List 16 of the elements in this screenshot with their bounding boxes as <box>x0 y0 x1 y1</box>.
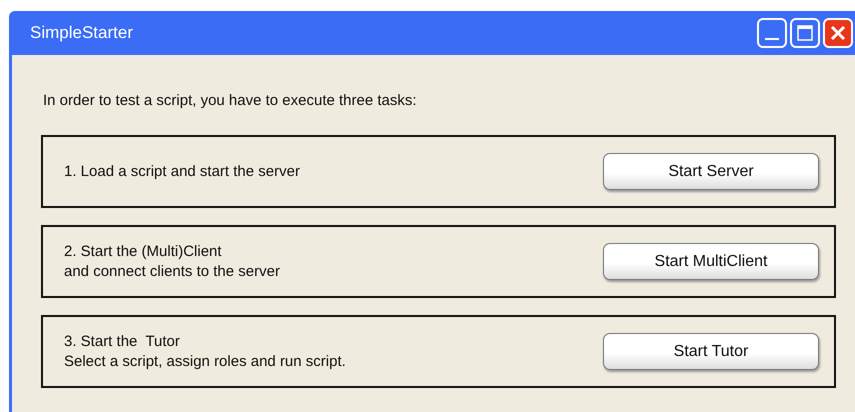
minimize-icon <box>765 38 779 40</box>
task-description: 2. Start the (Multi)Client <box>64 242 223 262</box>
instruction-text: In order to test a script, you have to execute three tasks: <box>43 92 418 109</box>
task-description: 3. Start the Tutor <box>64 332 181 352</box>
start-button[interactable]: Start Server <box>603 153 819 190</box>
start-button[interactable]: Start Tutor <box>603 333 819 370</box>
task-description: 1. Load a script and start the server <box>64 162 300 182</box>
task-description: and connect clients to the server <box>64 262 280 282</box>
window-title: SimpleStarter <box>30 23 133 43</box>
maximize-button[interactable] <box>790 18 820 48</box>
start-button[interactable]: Start MultiClient <box>603 243 819 280</box>
task-description: Select a script, assign roles and run script. <box>64 352 346 372</box>
minimize-button[interactable] <box>757 18 787 48</box>
close-icon <box>828 23 848 43</box>
close-button[interactable] <box>823 18 853 48</box>
maximize-icon <box>795 23 815 43</box>
